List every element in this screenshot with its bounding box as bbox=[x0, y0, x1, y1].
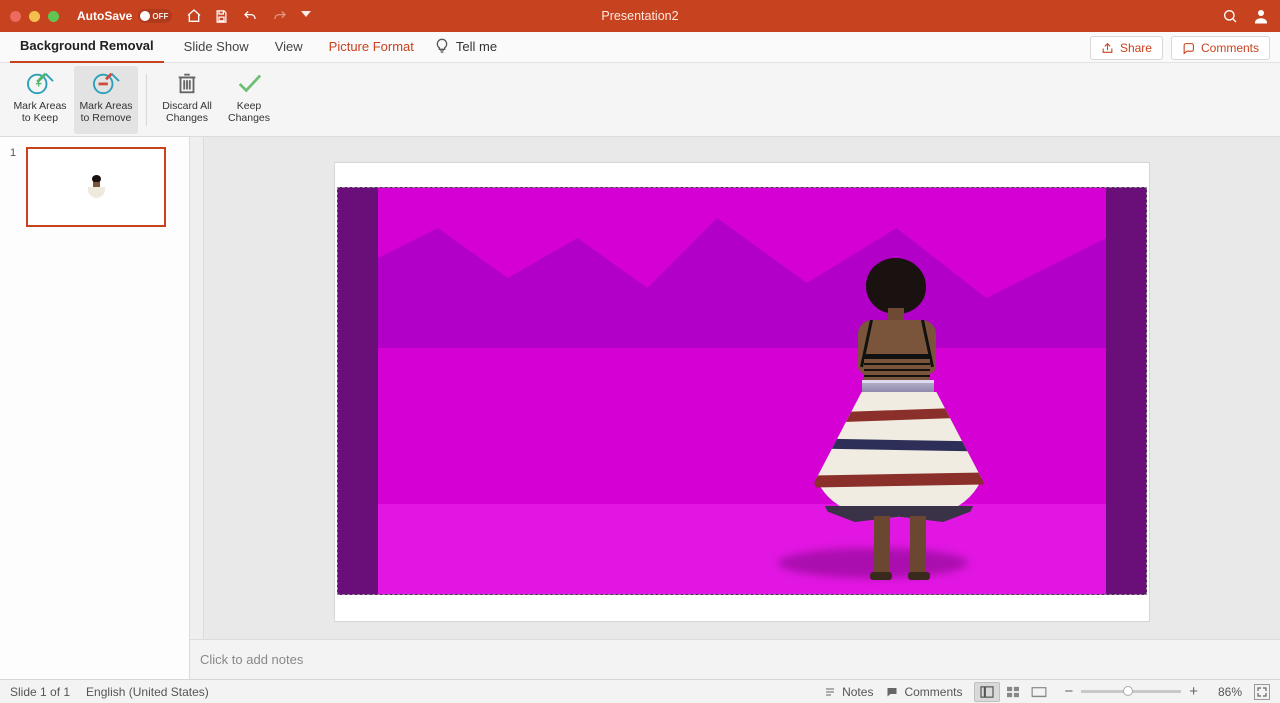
mark-areas-to-keep-button[interactable]: + Mark Areas to Keep bbox=[8, 66, 72, 134]
notes-icon bbox=[823, 686, 837, 698]
title-bar: AutoSave OFF Presentation2 bbox=[0, 0, 1280, 32]
zoom-slider[interactable] bbox=[1081, 690, 1181, 693]
fit-icon bbox=[1257, 687, 1267, 697]
notes-placeholder: Click to add notes bbox=[200, 652, 303, 667]
close-window-icon[interactable] bbox=[10, 11, 21, 22]
normal-view-icon bbox=[980, 686, 994, 698]
mark-areas-to-remove-button[interactable]: Mark Areas to Remove bbox=[74, 66, 138, 134]
ribbon-tabs: Background Removal Slide Show View Pictu… bbox=[0, 32, 1280, 63]
notes-toggle-label: Notes bbox=[842, 685, 873, 699]
discard-label-2: Changes bbox=[166, 112, 208, 124]
status-bar: Slide 1 of 1 English (United States) Not… bbox=[0, 679, 1280, 703]
autosave-label: AutoSave bbox=[77, 9, 132, 23]
comments-icon bbox=[885, 686, 899, 698]
foreground-ground bbox=[378, 504, 1106, 594]
tab-picture-format[interactable]: Picture Format bbox=[319, 33, 424, 62]
fullscreen-window-icon[interactable] bbox=[48, 11, 59, 22]
svg-text:+: + bbox=[35, 78, 42, 90]
tell-me-label: Tell me bbox=[456, 39, 497, 54]
mark-remove-label-2: to Remove bbox=[81, 112, 132, 124]
lightbulb-icon bbox=[434, 38, 450, 54]
search-icon[interactable] bbox=[1222, 8, 1238, 24]
slide-canvas[interactable] bbox=[335, 163, 1149, 621]
qat-customize-icon[interactable] bbox=[301, 10, 311, 22]
share-label: Share bbox=[1120, 41, 1152, 55]
share-icon bbox=[1101, 42, 1114, 55]
ruler-gutter bbox=[190, 137, 204, 639]
selected-picture[interactable] bbox=[337, 187, 1147, 595]
slide-number: 1 bbox=[10, 147, 16, 159]
mark-remove-icon bbox=[91, 70, 121, 96]
mark-keep-label-1: Mark Areas bbox=[13, 100, 66, 112]
zoom-in-button[interactable]: + bbox=[1189, 683, 1198, 700]
comments-label: Comments bbox=[1201, 41, 1259, 55]
notes-toggle[interactable]: Notes bbox=[823, 685, 873, 699]
comment-icon bbox=[1182, 42, 1195, 55]
document-title: Presentation2 bbox=[601, 9, 678, 23]
person-foreground-keep-area bbox=[818, 258, 978, 578]
keep-changes-button[interactable]: Keep Changes bbox=[221, 66, 277, 134]
mark-keep-label-2: to Keep bbox=[22, 112, 58, 124]
slide-thumbnail-1[interactable] bbox=[26, 147, 166, 227]
normal-view-button[interactable] bbox=[974, 682, 1000, 702]
view-mode-buttons bbox=[974, 682, 1052, 702]
autosave-toggle[interactable]: AutoSave OFF bbox=[77, 9, 172, 23]
workspace: 1 bbox=[0, 137, 1280, 679]
minimize-window-icon[interactable] bbox=[29, 11, 40, 22]
slide-canvas-stage[interactable] bbox=[204, 137, 1280, 639]
share-button[interactable]: Share bbox=[1090, 36, 1163, 60]
mark-remove-label-1: Mark Areas bbox=[79, 100, 132, 112]
discard-all-changes-button[interactable]: Discard All Changes bbox=[155, 66, 219, 134]
reading-view-icon bbox=[1031, 686, 1047, 698]
discard-label-1: Discard All bbox=[162, 100, 212, 112]
ribbon-background-removal: + Mark Areas to Keep Mark Areas to Remov… bbox=[0, 63, 1280, 137]
reading-view-button[interactable] bbox=[1026, 682, 1052, 702]
notes-pane[interactable]: Click to add notes bbox=[190, 639, 1280, 679]
comments-toggle-label: Comments bbox=[904, 685, 962, 699]
zoom-out-button[interactable]: − bbox=[1064, 683, 1073, 700]
tab-view[interactable]: View bbox=[265, 33, 313, 62]
window-controls bbox=[10, 11, 59, 22]
home-icon[interactable] bbox=[186, 8, 202, 24]
undo-icon[interactable] bbox=[241, 9, 259, 24]
save-icon[interactable] bbox=[214, 9, 229, 24]
tab-slide-show[interactable]: Slide Show bbox=[174, 33, 259, 62]
keep-label-2: Changes bbox=[228, 112, 270, 124]
zoom-slider-knob[interactable] bbox=[1123, 686, 1133, 696]
checkmark-icon bbox=[234, 70, 264, 96]
trash-icon bbox=[172, 70, 202, 96]
status-language[interactable]: English (United States) bbox=[86, 685, 209, 699]
zoom-control: − + 86% bbox=[1064, 683, 1242, 700]
sorter-view-icon bbox=[1006, 686, 1020, 698]
quick-access-toolbar bbox=[186, 8, 311, 24]
keep-label-1: Keep bbox=[237, 100, 262, 112]
slide-sorter-view-button[interactable] bbox=[1000, 682, 1026, 702]
mountain-background bbox=[378, 188, 1106, 348]
tell-me-search[interactable]: Tell me bbox=[434, 38, 497, 62]
mark-keep-icon: + bbox=[25, 70, 55, 96]
zoom-percentage[interactable]: 86% bbox=[1206, 685, 1242, 699]
redo-icon[interactable] bbox=[271, 9, 289, 24]
account-icon[interactable] bbox=[1252, 7, 1270, 25]
comments-toggle[interactable]: Comments bbox=[885, 685, 962, 699]
slide-thumbnail-panel: 1 bbox=[0, 137, 190, 679]
comments-button[interactable]: Comments bbox=[1171, 36, 1270, 60]
ribbon-separator bbox=[146, 74, 147, 126]
tab-background-removal[interactable]: Background Removal bbox=[10, 32, 164, 63]
status-slide-indicator: Slide 1 of 1 bbox=[10, 685, 70, 699]
thumbnail-preview-icon bbox=[91, 175, 101, 199]
autosave-state: OFF bbox=[152, 12, 168, 21]
fit-to-window-button[interactable] bbox=[1254, 684, 1270, 700]
